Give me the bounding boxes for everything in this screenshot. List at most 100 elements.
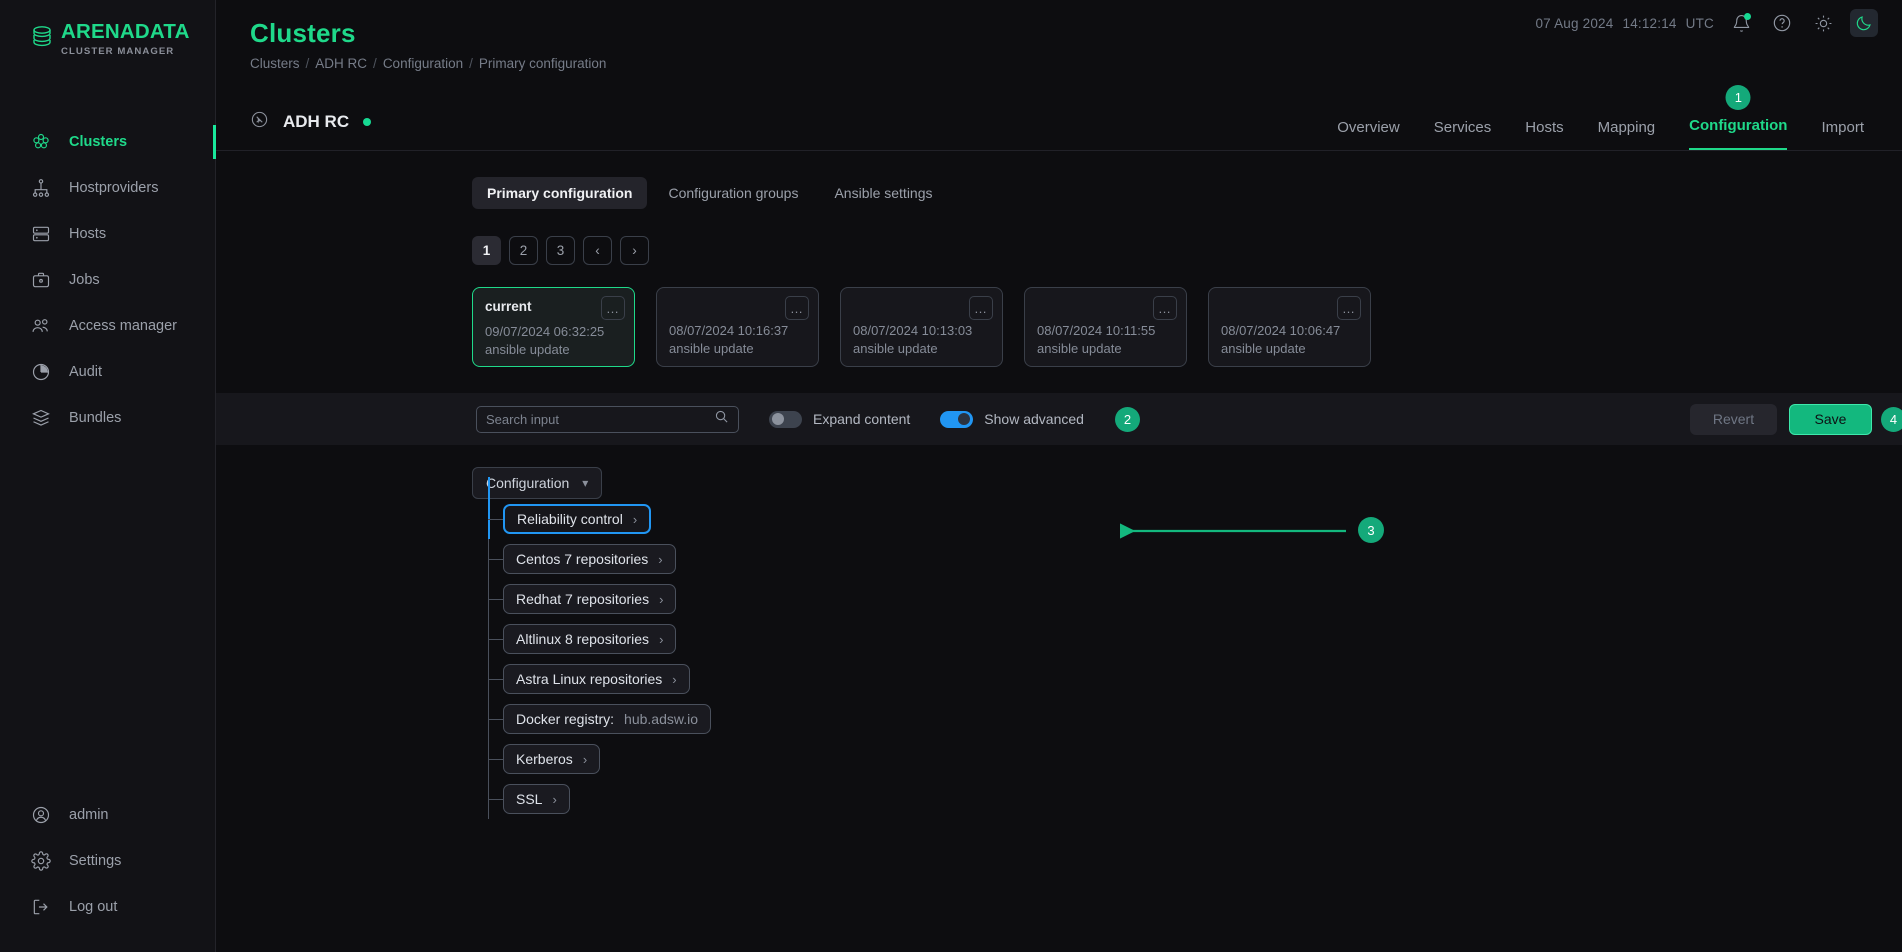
version-card-date: 08/07/2024 10:16:37 [669, 323, 806, 338]
pagination: 1 2 3 ‹ › [216, 236, 1902, 265]
bell-icon[interactable] [1727, 9, 1755, 37]
breadcrumb-separator: / [373, 56, 377, 71]
tree-node-label: Centos 7 repositories [516, 551, 648, 567]
tab-services[interactable]: Services [1434, 119, 1492, 150]
clusters-icon [30, 131, 52, 153]
step-badge-4: 4 [1881, 407, 1902, 432]
tab-label: Mapping [1598, 119, 1656, 136]
tree-node-altlinux-8-repositories[interactable]: Altlinux 8 repositories › [503, 624, 676, 654]
sidebar-bottom-nav: admin Settings Log out [0, 792, 215, 952]
chevron-down-icon: ▾ [582, 476, 588, 490]
version-card-menu-icon[interactable]: … [1337, 296, 1361, 320]
sidebar: ARENADATA CLUSTER MANAGER Clusters Hostp… [0, 0, 216, 952]
page-button-2[interactable]: 2 [509, 236, 538, 265]
version-card[interactable]: … 08/07/2024 10:13:03 ansible update [840, 287, 1003, 367]
sun-icon[interactable] [1809, 9, 1837, 37]
sidebar-item-access-manager[interactable]: Access manager [0, 303, 215, 349]
version-card-current[interactable]: current … 09/07/2024 06:32:25 ansible up… [472, 287, 635, 367]
version-card-menu-icon[interactable]: … [1153, 296, 1177, 320]
subtab-ansible-settings[interactable]: Ansible settings [819, 177, 947, 209]
step-badge-3: 3 [1358, 517, 1384, 543]
moon-icon[interactable] [1850, 9, 1878, 37]
configuration-select-label: Configuration [486, 475, 569, 491]
tree-row: Reliability control › [488, 499, 1902, 539]
tab-mapping[interactable]: Mapping [1598, 119, 1656, 150]
expand-content-toggle[interactable] [769, 411, 802, 428]
sidebar-item-logout[interactable]: Log out [0, 884, 215, 930]
breadcrumb-item[interactable]: Primary configuration [479, 56, 607, 71]
show-advanced-toggle[interactable] [940, 411, 973, 428]
sidebar-item-jobs[interactable]: Jobs [0, 257, 215, 303]
tab-label: Configuration [1689, 117, 1787, 134]
sidebar-item-clusters[interactable]: Clusters [0, 119, 215, 165]
tree-node-label: SSL [516, 791, 542, 807]
configuration-panel: Primary configuration Configuration grou… [216, 151, 1902, 819]
page-button-3[interactable]: 3 [546, 236, 575, 265]
sidebar-item-admin[interactable]: admin [0, 792, 215, 838]
breadcrumb-item[interactable]: Configuration [383, 56, 463, 71]
sidebar-item-bundles[interactable]: Bundles [0, 395, 215, 441]
revert-button[interactable]: Revert [1690, 404, 1777, 435]
version-card-menu-icon[interactable]: … [601, 296, 625, 320]
sidebar-item-label: Hostproviders [69, 180, 158, 196]
search-box[interactable] [476, 406, 739, 433]
sidebar-item-audit[interactable]: Audit [0, 349, 215, 395]
sidebar-main-nav: Clusters Hostproviders Hosts [0, 119, 215, 441]
tree-node-label: Docker registry: [516, 711, 614, 727]
subtab-configuration-groups[interactable]: Configuration groups [653, 177, 813, 209]
configuration-select[interactable]: Configuration ▾ [472, 467, 602, 499]
breadcrumb: Clusters / ADH RC / Configuration / Prim… [250, 56, 1902, 71]
tree-node-centos-7-repositories[interactable]: Centos 7 repositories › [503, 544, 676, 574]
page-button-1[interactable]: 1 [472, 236, 501, 265]
show-advanced-label: Show advanced [984, 411, 1084, 427]
tree-node-kerberos[interactable]: Kerberos › [503, 744, 600, 774]
tree-node-astra-linux-repositories[interactable]: Astra Linux repositories › [503, 664, 690, 694]
save-button[interactable]: Save [1789, 404, 1872, 435]
hostproviders-icon [30, 177, 52, 199]
version-card[interactable]: … 08/07/2024 10:11:55 ansible update [1024, 287, 1187, 367]
app-logo[interactable]: ARENADATA CLUSTER MANAGER [0, 0, 215, 57]
sidebar-item-hostproviders[interactable]: Hostproviders [0, 165, 215, 211]
jobs-icon [30, 269, 52, 291]
tree-node-ssl[interactable]: SSL › [503, 784, 570, 814]
tree-row: Kerberos › [488, 739, 1902, 779]
tree-node-redhat-7-repositories[interactable]: Redhat 7 repositories › [503, 584, 676, 614]
chevron-right-icon[interactable]: › [620, 236, 649, 265]
chevron-left-icon[interactable]: ‹ [583, 236, 612, 265]
tree-node-reliability-control[interactable]: Reliability control › [503, 504, 651, 534]
search-icon[interactable] [714, 409, 729, 429]
toggle-knob [772, 413, 784, 425]
version-card-date: 09/07/2024 06:32:25 [485, 324, 622, 339]
version-card-desc: ansible update [1037, 341, 1174, 356]
version-card-desc: ansible update [485, 342, 622, 357]
version-card[interactable]: … 08/07/2024 10:06:47 ansible update [1208, 287, 1371, 367]
version-card[interactable]: … 08/07/2024 10:16:37 ansible update [656, 287, 819, 367]
version-card-menu-icon[interactable]: … [969, 296, 993, 320]
tab-overview[interactable]: Overview [1337, 119, 1400, 150]
tree-row: Astra Linux repositories › [488, 659, 1902, 699]
user-icon [30, 804, 52, 826]
sidebar-item-label: admin [69, 807, 109, 823]
tab-hosts[interactable]: Hosts [1525, 119, 1563, 150]
tree-node-docker-registry[interactable]: Docker registry: hub.adsw.io [503, 704, 711, 734]
sidebar-item-hosts[interactable]: Hosts [0, 211, 215, 257]
subtab-primary-configuration[interactable]: Primary configuration [472, 177, 647, 209]
brand-subtitle: CLUSTER MANAGER [61, 46, 190, 57]
arenadata-logo-icon [30, 24, 54, 53]
breadcrumb-item[interactable]: Clusters [250, 56, 300, 71]
search-input[interactable] [486, 412, 714, 427]
configuration-tree-area: Configuration ▾ Reliability control › Ce… [216, 467, 1902, 819]
sidebar-item-settings[interactable]: Settings [0, 838, 215, 884]
version-card-desc: ansible update [1221, 341, 1358, 356]
tree-node-label: Astra Linux repositories [516, 671, 662, 687]
tab-import[interactable]: Import [1821, 119, 1864, 150]
tab-configuration[interactable]: 1 Configuration [1689, 117, 1787, 150]
breadcrumb-item[interactable]: ADH RC [315, 56, 367, 71]
version-card-menu-icon[interactable]: … [785, 296, 809, 320]
breadcrumb-separator: / [306, 56, 310, 71]
subtab-label: Primary configuration [487, 185, 632, 201]
gear-icon [30, 850, 52, 872]
help-icon[interactable] [1768, 9, 1796, 37]
tree-node-label: Redhat 7 repositories [516, 591, 649, 607]
configuration-tree: Reliability control › Centos 7 repositor… [472, 499, 1902, 819]
